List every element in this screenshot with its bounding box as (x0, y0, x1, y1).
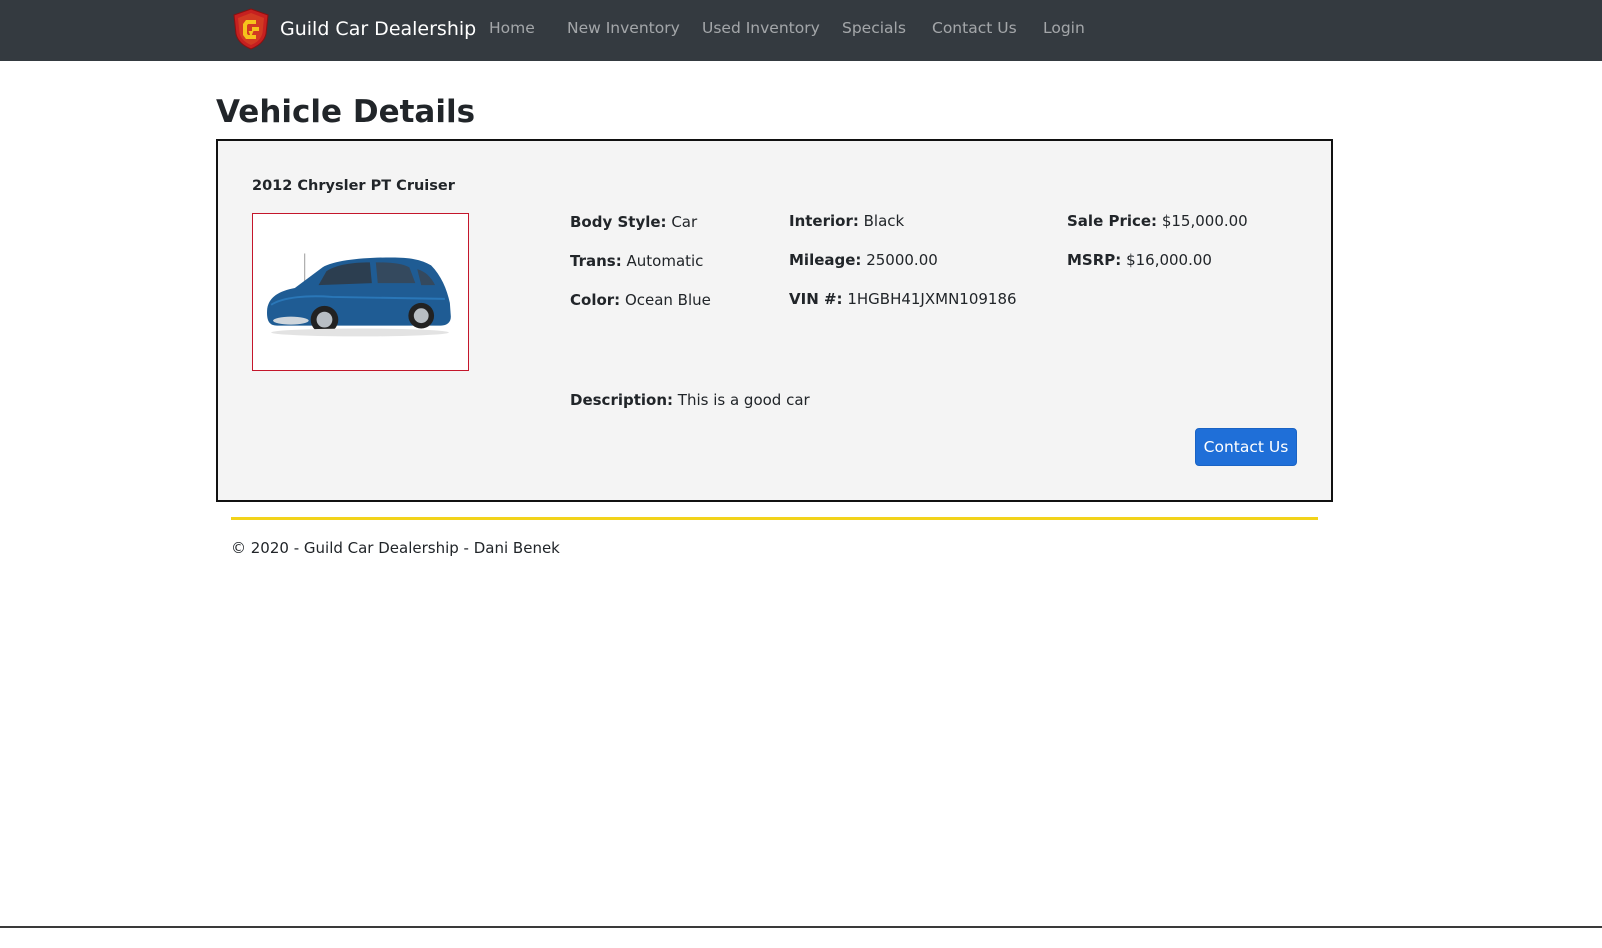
vehicle-photo (252, 213, 469, 371)
vehicle-details-card: 2012 Chrysler PT Cruiser Body Style: Car… (216, 139, 1333, 502)
vehicle-title: 2012 Chrysler PT Cruiser (252, 178, 455, 194)
spec-value: $16,000.00 (1126, 251, 1212, 269)
spec-value: 25000.00 (866, 251, 938, 269)
vehicle-description: Description: This is a good car (570, 391, 810, 409)
spec-value: Black (863, 212, 905, 230)
spec-label: MSRP: (1067, 251, 1122, 269)
spec-label: Body Style: (570, 213, 667, 231)
spec-trans: Trans: Automatic (570, 252, 703, 270)
nav-login[interactable]: Login (1043, 19, 1085, 37)
spec-value: Automatic (626, 252, 704, 270)
contact-us-button[interactable]: Contact Us (1195, 428, 1297, 466)
nav-specials[interactable]: Specials (842, 19, 906, 37)
nav-used-inventory[interactable]: Used Inventory (702, 19, 820, 37)
brand-link[interactable]: Guild Car Dealership (232, 8, 476, 50)
spec-value: Car (671, 213, 698, 231)
spec-color: Color: Ocean Blue (570, 291, 711, 309)
page-title: Vehicle Details (216, 94, 476, 130)
spec-label: VIN #: (789, 290, 843, 308)
shield-logo-icon (233, 8, 269, 50)
spec-vin: VIN #: 1HGBH41JXMN109186 (789, 290, 1017, 308)
footer-copyright: © 2020 - Guild Car Dealership - Dani Ben… (231, 539, 560, 557)
spec-label: Mileage: (789, 251, 862, 269)
brand-name: Guild Car Dealership (280, 18, 477, 40)
spec-msrp: MSRP: $16,000.00 (1067, 251, 1212, 269)
spec-value: $15,000.00 (1161, 212, 1248, 230)
description-label: Description: (570, 391, 674, 409)
window-bottom-edge (0, 926, 1602, 928)
spec-value: Ocean Blue (624, 291, 711, 309)
nav-home[interactable]: Home (489, 19, 535, 37)
spec-label: Trans: (570, 252, 622, 270)
nav-contact-us[interactable]: Contact Us (932, 19, 1017, 37)
spec-body-style: Body Style: Car (570, 213, 697, 231)
spec-label: Color: (570, 291, 621, 309)
nav-new-inventory[interactable]: New Inventory (567, 19, 680, 37)
footer-divider (231, 517, 1318, 520)
spec-mileage: Mileage: 25000.00 (789, 251, 938, 269)
top-navbar: Guild Car Dealership Home New Inventory … (0, 0, 1602, 61)
spec-interior: Interior: Black (789, 212, 904, 230)
spec-sale-price: Sale Price: $15,000.00 (1067, 212, 1248, 230)
spec-label: Interior: (789, 212, 859, 230)
spec-value: 1HGBH41JXMN109186 (847, 290, 1017, 308)
car-photo-icon (267, 253, 451, 337)
spec-label: Sale Price: (1067, 212, 1158, 230)
description-value: This is a good car (677, 391, 810, 409)
